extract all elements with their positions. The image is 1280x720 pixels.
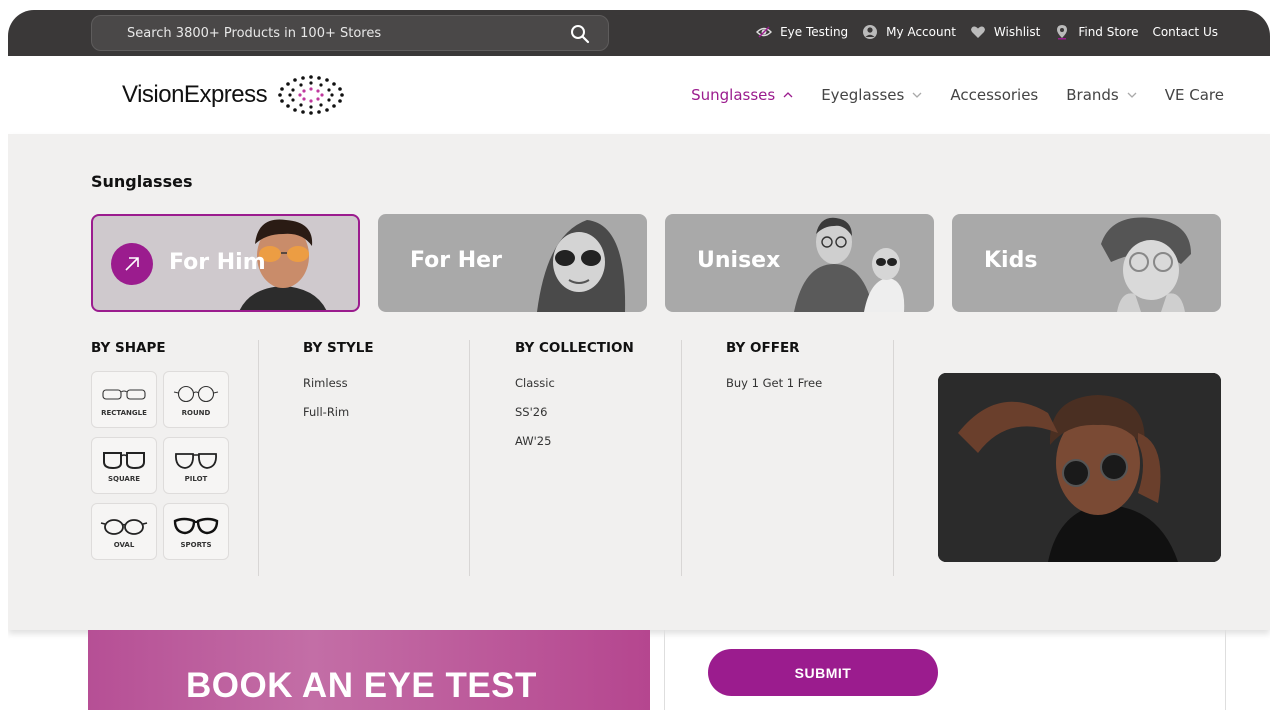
shape-grid: RECTANGLE ROUND SQUARE PILOT OVAL SPORTS [91,371,229,560]
square-glasses-icon [103,451,145,469]
rectangle-glasses-icon [102,388,146,400]
nav-accessories[interactable]: Accessories [950,86,1038,104]
search-icon[interactable] [570,24,590,44]
contact-us-label: Contact Us [1152,25,1218,39]
shape-oval[interactable]: OVAL [91,503,157,560]
chevron-down-icon [912,92,922,98]
chevron-up-icon [783,92,793,98]
shape-rectangle-label: RECTANGLE [101,408,147,417]
location-pin-icon [1057,25,1068,40]
card-for-her-label: For Her [410,248,502,273]
style-link-full-rim[interactable]: Full-Rim [303,405,374,419]
my-account-link[interactable]: My Account [862,24,956,40]
nav-eyeglasses[interactable]: Eyeglasses [821,86,922,104]
shape-pilot[interactable]: PILOT [163,437,229,494]
card-for-him[interactable]: For Him [91,214,360,312]
column-divider [893,340,894,576]
column-divider [681,340,682,576]
my-account-label: My Account [886,25,956,39]
wishlist-link[interactable]: Wishlist [970,24,1040,40]
book-eye-test-heading: BOOK AN EYE TEST [186,666,537,705]
nav-accessories-label: Accessories [950,86,1039,104]
contact-us-link[interactable]: Contact Us [1152,25,1218,39]
by-collection-column: BY COLLECTION Classic SS'26 AW'25 [515,340,634,576]
top-links: Eye Testing My Account Wishlist Find Sto… [756,24,1218,40]
woman-photo [537,220,626,312]
collection-link-aw25[interactable]: AW'25 [515,434,634,448]
submit-button[interactable]: SUBMIT [708,649,938,696]
eye-testing-link[interactable]: Eye Testing [756,24,848,40]
shape-round-label: ROUND [181,408,211,417]
book-eye-test-banner[interactable]: BOOK AN EYE TEST [88,630,650,710]
main-nav: Sunglasses Eyeglasses Accessories Brands… [691,86,1224,104]
column-divider [469,340,470,576]
mega-menu-title: Sunglasses [91,172,193,191]
promo-image[interactable] [938,373,1221,562]
card-unisex-label: Unisex [697,248,781,273]
find-store-label: Find Store [1078,25,1139,39]
kid-photo [1101,217,1191,312]
card-kids-label: Kids [984,248,1038,273]
shape-rectangle[interactable]: RECTANGLE [91,371,157,428]
column-divider [258,340,259,576]
arrow-up-right-icon [111,243,153,285]
category-cards: For Him For Her Unisex Kids [91,214,1221,312]
nav-sunglasses-label: Sunglasses [691,86,776,104]
by-shape-column: BY SHAPE RECTANGLE ROUND SQUARE PILOT OV… [91,340,229,576]
by-offer-title: BY OFFER [726,340,800,356]
nav-sunglasses[interactable]: Sunglasses [691,86,793,104]
by-shape-title: BY SHAPE [91,340,166,356]
search-input[interactable]: Search 3800+ Products in 100+ Stores [127,26,381,41]
logo-text: VisionExpress [122,81,268,108]
shape-sports[interactable]: SPORTS [163,503,229,560]
collection-link-classic[interactable]: Classic [515,376,634,390]
wishlist-label: Wishlist [993,25,1041,39]
logo[interactable]: VisionExpress [122,74,345,116]
couple-photo [794,217,905,312]
shape-round[interactable]: ROUND [163,371,229,428]
heart-icon [971,26,985,38]
eye-testing-label: Eye Testing [780,25,849,39]
sports-glasses-icon [173,517,219,534]
by-style-title: BY STYLE [303,340,374,356]
shape-square-label: SQUARE [107,474,141,483]
round-glasses-icon [173,385,219,402]
nav-ve-care-label: VE Care [1164,86,1224,104]
shape-square[interactable]: SQUARE [91,437,157,494]
nav-brands[interactable]: Brands [1066,86,1137,104]
nav-eyeglasses-label: Eyeglasses [821,86,905,104]
user-icon [863,25,878,39]
nav-ve-care[interactable]: VE Care [1165,86,1224,104]
shape-pilot-label: PILOT [184,474,208,483]
site-header: VisionExpress Sunglasses Eyeglasses Acce… [8,56,1270,134]
pilot-glasses-icon [175,452,217,469]
by-collection-title: BY COLLECTION [515,340,634,356]
offer-link-bogo[interactable]: Buy 1 Get 1 Free [726,376,822,390]
sunglasses-mega-menu: Sunglasses For Him For Her Unisex Kids B… [8,134,1270,630]
style-link-rimless[interactable]: Rimless [303,376,374,390]
browser-frame: Search 3800+ Products in 100+ Stores Eye… [8,10,1270,710]
shape-oval-label: OVAL [113,540,135,549]
top-bar: Search 3800+ Products in 100+ Stores Eye… [8,10,1270,56]
nav-brands-label: Brands [1066,86,1119,104]
search-bar[interactable]: Search 3800+ Products in 100+ Stores [91,15,609,51]
find-store-link[interactable]: Find Store [1054,24,1138,40]
card-unisex[interactable]: Unisex [665,214,934,312]
card-kids[interactable]: Kids [952,214,1221,312]
card-for-her[interactable]: For Her [378,214,647,312]
chevron-down-icon [1127,92,1137,98]
collection-link-ss26[interactable]: SS'26 [515,405,634,419]
eye-icon [756,26,773,38]
shape-sports-label: SPORTS [180,540,212,549]
oval-glasses-icon [100,518,148,535]
man-sunglasses-photo [938,373,1221,562]
by-style-column: BY STYLE Rimless Full-Rim [303,340,374,576]
by-offer-column: BY OFFER Buy 1 Get 1 Free [726,340,822,576]
card-for-him-label: For Him [169,250,266,275]
logo-dots-icon [278,75,344,115]
